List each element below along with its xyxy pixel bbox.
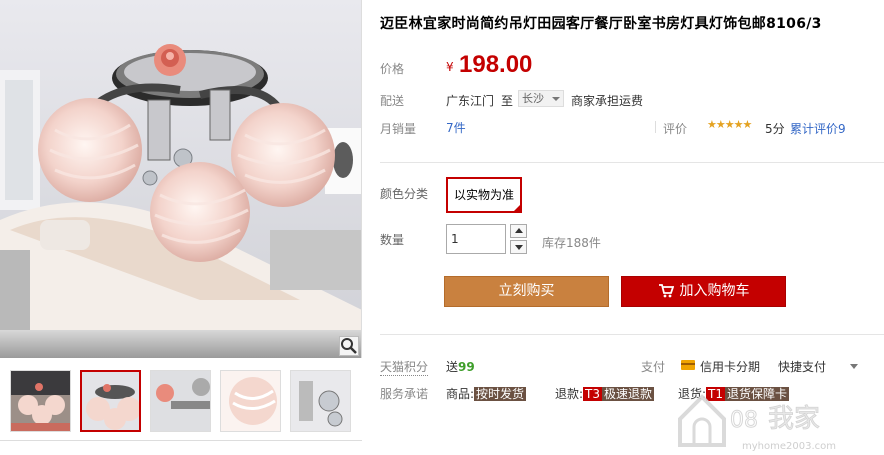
selected-check-icon: [512, 203, 522, 213]
quantity-increase-button[interactable]: [510, 224, 527, 238]
house-logo-icon: 08 我家 myhome2003.com: [678, 394, 836, 452]
magnifier-icon: [341, 338, 357, 354]
divider: [655, 121, 656, 133]
stock-count: 库存188件: [542, 236, 601, 250]
shipping-origin: 广东江门: [446, 94, 495, 108]
price-currency: ¥: [446, 60, 454, 74]
watermark-brand: 我家: [768, 404, 820, 434]
credit-card-icon: [681, 360, 695, 370]
main-product-image[interactable]: [0, 0, 362, 358]
color-category-label: 颜色分类: [380, 187, 429, 201]
credit-installment[interactable]: 信用卡分期: [700, 358, 760, 375]
arrow-down-icon: [515, 245, 523, 250]
tmall-points-label[interactable]: 天猫积分: [380, 358, 429, 376]
zoom-button[interactable]: [339, 336, 359, 356]
thumbnail-5[interactable]: [290, 370, 351, 432]
arrow-up-icon: [515, 228, 523, 233]
chandelier-photo: [0, 0, 361, 358]
buy-now-label: 立刻购买: [498, 283, 555, 299]
sku-option-selected[interactable]: 以实物为准: [446, 177, 522, 213]
on-time-shipping-badge[interactable]: 按时发货: [474, 387, 527, 401]
price-value: 198.00: [459, 51, 533, 78]
chevron-down-icon[interactable]: [850, 364, 858, 369]
thumbnail-strip: [0, 364, 362, 434]
add-to-cart-button[interactable]: 加入购物车: [621, 276, 786, 307]
destination-city-select[interactable]: 长沙: [518, 90, 564, 107]
monthly-sales-count: 7件: [446, 121, 466, 135]
destination-city-value: 长沙: [522, 92, 544, 105]
review-count-link[interactable]: 累计评价9: [790, 120, 846, 137]
gallery-bottom-border: [0, 440, 362, 455]
shipping-to-word: 至: [501, 94, 514, 108]
thumbnail-4[interactable]: [220, 370, 281, 432]
t3-badge: T3: [583, 387, 603, 401]
buy-now-button[interactable]: 立刻购买: [444, 276, 609, 307]
tmall-points: 送99: [446, 358, 475, 375]
thumbnail-2[interactable]: [80, 370, 141, 432]
site-watermark: 08 我家 myhome2003.com: [672, 383, 882, 453]
thumbnail-3[interactable]: [150, 370, 211, 432]
watermark-url: myhome2003.com: [742, 441, 836, 452]
quantity-label: 数量: [380, 233, 405, 247]
chevron-down-icon: [552, 97, 560, 101]
payment-label: 支付: [641, 360, 666, 374]
section-divider: [380, 162, 884, 163]
rating-label: 评价: [663, 122, 688, 136]
section-divider: [380, 334, 884, 335]
price-label: 价格: [380, 62, 405, 76]
service-refund: 退款: T3 极速退款: [555, 385, 655, 402]
rating-score: 5分: [765, 122, 785, 136]
quick-pay[interactable]: 快捷支付: [778, 358, 826, 375]
add-to-cart-label: 加入购物车: [679, 283, 750, 299]
cart-icon: [658, 284, 674, 298]
service-goods: 商品: 按时发货: [446, 385, 527, 402]
refund-prefix: 退款:: [555, 387, 584, 401]
monthly-sales-label: 月销量: [380, 122, 417, 136]
fast-refund-badge[interactable]: 极速退款: [602, 387, 655, 401]
shipping-label: 配送: [380, 94, 405, 108]
product-gallery: [0, 0, 362, 455]
sku-option-label: 以实物为准: [453, 188, 514, 202]
goods-prefix: 商品:: [446, 387, 475, 401]
rating-stars-icon: ★★★★★: [707, 118, 752, 131]
quantity-input[interactable]: 1: [446, 224, 506, 254]
thumbnail-1[interactable]: [10, 370, 71, 432]
service-promise-label: 服务承诺: [380, 387, 429, 401]
svg-text:08: 08: [730, 408, 758, 433]
points-value: 99: [458, 360, 475, 374]
points-prefix: 送: [446, 360, 459, 374]
shipping-fee-note: 商家承担运费: [571, 94, 644, 108]
quantity-decrease-button[interactable]: [510, 240, 527, 254]
product-title: 迈臣林宜家时尚简约吊灯田园客厅餐厅卧室书房灯具灯饰包邮8106/3: [380, 16, 822, 32]
